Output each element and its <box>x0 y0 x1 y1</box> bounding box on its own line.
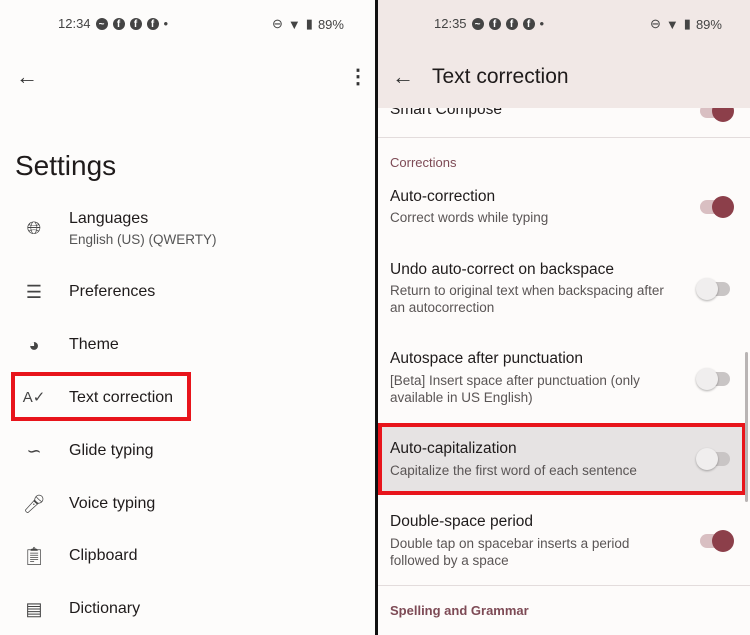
messenger-icon: ~ <box>471 17 484 30</box>
item-label: Glide typing <box>69 442 154 459</box>
app-bar: 12:35 ~ f f f • ⊖ ▼ ▮ 89% ← Text correct… <box>378 0 750 108</box>
item-label: Voice typing <box>69 495 156 512</box>
dot-icon: • <box>539 16 545 31</box>
highlight-box <box>378 423 746 495</box>
wifi-icon: ▼ <box>665 16 679 32</box>
status-right: ⊖ ▼ ▮ 89% <box>272 16 344 32</box>
battery-icon: ▮ <box>683 16 691 31</box>
undo-autocorrect-toggle[interactable] <box>696 278 730 300</box>
page-title: Text correction <box>432 65 569 88</box>
clock: 12:34 <box>58 16 91 31</box>
setting-title: Auto-capitalization <box>390 440 517 457</box>
item-label: Text correction <box>69 389 174 406</box>
scrollbar[interactable] <box>745 352 748 502</box>
book-icon: ▤ <box>25 599 43 619</box>
setting-sub: Capitalize the first word of each senten… <box>390 463 637 478</box>
setting-sub: Double tap on spacebar inserts a period … <box>390 536 630 568</box>
separator <box>378 137 750 138</box>
dot-icon: • <box>163 16 169 31</box>
setting-sub: Return to original text when backspacing… <box>390 283 664 315</box>
more-options-icon[interactable]: ⋮ <box>348 64 368 89</box>
battery-icon: ▮ <box>305 16 313 31</box>
clipboard-icon: 📋︎ <box>22 546 46 566</box>
item-label: Theme <box>69 336 119 353</box>
item-label: Clipboard <box>69 547 138 564</box>
status-bar: 12:35 ~ f f f • <box>434 16 544 31</box>
facebook-icon: f <box>129 17 142 30</box>
double-space-toggle[interactable] <box>700 530 734 552</box>
facebook-icon: f <box>488 17 501 30</box>
section-header: Corrections <box>390 155 457 170</box>
setting-sub: [Beta] Insert space after punctuation (o… <box>390 373 640 405</box>
facebook-icon: f <box>522 17 535 30</box>
clock: 12:35 <box>434 16 467 31</box>
separator <box>378 585 750 586</box>
spellcheck-icon: A✓ <box>22 389 46 406</box>
item-label: Languages <box>69 210 149 227</box>
item-label: Preferences <box>69 283 156 300</box>
text-correction-panel: Smart Compose 12:35 ~ f f f • ⊖ ▼ ▮ 89% … <box>378 0 750 635</box>
autospace-toggle[interactable] <box>696 368 730 390</box>
page-title: Settings <box>15 150 117 181</box>
auto-correction-toggle[interactable] <box>700 196 734 218</box>
battery-level: 89% <box>317 16 344 32</box>
battery-level: 89% <box>695 16 722 32</box>
mic-icon: 🎤︎ <box>22 494 46 514</box>
messenger-icon: ~ <box>95 17 108 30</box>
settings-panel: 12:34 ~ f f f • ⊖ ▼ ▮ 89% ← ⋮ Settings 🌐… <box>0 0 375 635</box>
setting-title: Undo auto-correct on backspace <box>390 261 615 278</box>
gesture-icon: ∽ <box>26 441 42 461</box>
globe-icon: 🌐︎ <box>26 218 42 238</box>
status-bar: 12:34 ~ f f f • <box>58 16 168 31</box>
facebook-icon: f <box>505 17 518 30</box>
section-header: Spelling and Grammar <box>390 603 529 618</box>
setting-sub: Correct words while typing <box>390 210 549 225</box>
facebook-icon: f <box>112 17 125 30</box>
palette-icon: ◕ <box>28 335 40 355</box>
dnd-icon: ⊖ <box>650 16 661 31</box>
status-right: ⊖ ▼ ▮ 89% <box>650 16 722 32</box>
dnd-icon: ⊖ <box>272 16 283 31</box>
item-sub: English (US) (QWERTY) <box>69 232 217 247</box>
back-arrow-icon[interactable]: ← <box>16 64 38 90</box>
back-arrow-icon[interactable]: ← <box>392 64 414 90</box>
facebook-icon: f <box>146 17 159 30</box>
wifi-icon: ▼ <box>287 16 301 32</box>
item-label: Dictionary <box>69 600 141 617</box>
setting-title: Autospace after punctuation <box>390 350 584 367</box>
sliders-icon: ☰ <box>25 282 43 302</box>
auto-capitalization-toggle[interactable] <box>696 448 730 470</box>
setting-title: Double-space period <box>390 513 534 530</box>
setting-title: Auto-correction <box>390 188 496 205</box>
